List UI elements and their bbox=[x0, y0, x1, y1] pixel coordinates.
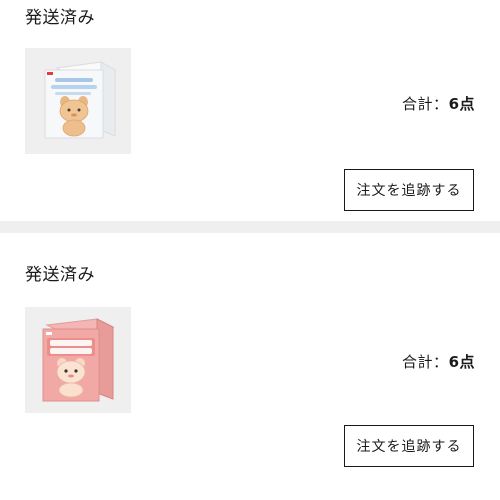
order-list: 発送済み 合計：6点 注文を追跡する 発送済み 合計：6点 注文を追跡する bbox=[0, 0, 500, 500]
order-card: 発送済み 合計：6点 注文を追跡する bbox=[0, 0, 500, 221]
product-thumbnail[interactable] bbox=[25, 307, 131, 413]
order-total: 合計：6点 bbox=[402, 93, 475, 114]
order-status: 発送済み bbox=[25, 8, 95, 28]
order-status: 発送済み bbox=[25, 265, 95, 285]
order-card: 発送済み 合計：6点 注文を追跡する bbox=[0, 233, 500, 500]
order-total-count: 6点 bbox=[448, 353, 475, 371]
order-total-label: 合計： bbox=[402, 95, 449, 113]
track-order-button[interactable]: 注文を追跡する bbox=[344, 425, 474, 467]
product-image bbox=[42, 318, 115, 402]
order-total: 合計：6点 bbox=[402, 351, 475, 372]
order-total-count: 6点 bbox=[448, 95, 475, 113]
product-image bbox=[44, 61, 117, 139]
track-order-button[interactable]: 注文を追跡する bbox=[344, 169, 474, 211]
product-thumbnail[interactable] bbox=[25, 48, 131, 154]
order-total-label: 合計： bbox=[402, 353, 449, 371]
